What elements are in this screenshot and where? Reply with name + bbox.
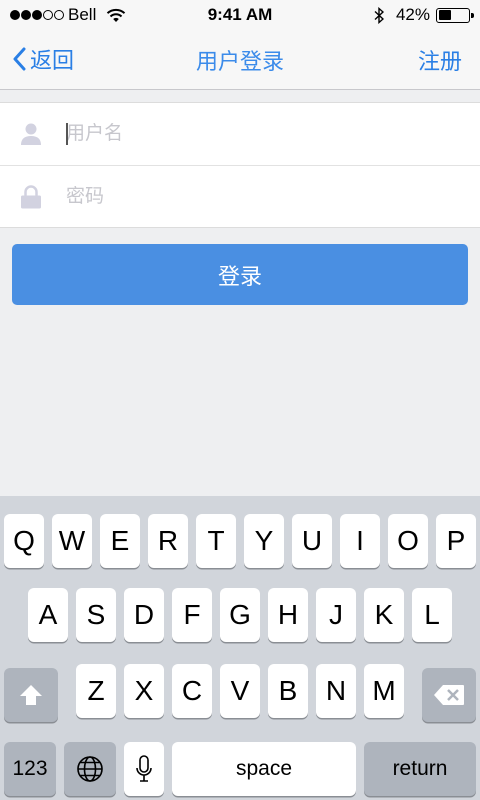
dictation-key[interactable] (124, 742, 164, 796)
delete-key[interactable] (422, 668, 476, 722)
key-h[interactable]: H (268, 588, 308, 642)
key-b[interactable]: B (268, 664, 308, 718)
user-icon (20, 121, 42, 147)
key-s[interactable]: S (76, 588, 116, 642)
key-u[interactable]: U (292, 514, 332, 568)
key-m[interactable]: M (364, 664, 404, 718)
navigation-bar: 返回 用户登录 注册 (0, 30, 480, 90)
login-form (0, 102, 480, 228)
key-o[interactable]: O (388, 514, 428, 568)
globe-icon (77, 756, 103, 782)
microphone-icon (136, 755, 152, 782)
username-input[interactable] (66, 123, 426, 145)
space-key[interactable]: space (172, 742, 356, 796)
key-i[interactable]: I (340, 514, 380, 568)
keyboard: 123 space return QWERTYUIOP ASDFGHJKL ZXCV… (0, 496, 480, 800)
shift-key[interactable] (4, 668, 58, 722)
key-t[interactable]: T (196, 514, 236, 568)
backspace-icon (434, 685, 464, 705)
key-g[interactable]: G (220, 588, 260, 642)
key-c[interactable]: C (172, 664, 212, 718)
password-input[interactable] (66, 185, 426, 208)
key-j[interactable]: J (316, 588, 356, 642)
lock-icon (20, 184, 42, 210)
password-row (0, 165, 480, 227)
key-n[interactable]: N (316, 664, 356, 718)
key-d[interactable]: D (124, 588, 164, 642)
register-button[interactable]: 注册 (418, 44, 462, 76)
key-q[interactable]: Q (4, 514, 44, 568)
key-x[interactable]: X (124, 664, 164, 718)
key-k[interactable]: K (364, 588, 404, 642)
key-y[interactable]: Y (244, 514, 284, 568)
battery-percent: 42% (395, 5, 430, 24)
globe-key[interactable] (64, 742, 116, 796)
bluetooth-icon (374, 6, 384, 24)
key-r[interactable]: R (148, 514, 188, 568)
status-bar: Bell 9:41 AM 42% (0, 0, 480, 30)
key-a[interactable]: A (28, 588, 68, 642)
key-p[interactable]: P (436, 514, 476, 568)
key-w[interactable]: W (52, 514, 92, 568)
key-z[interactable]: Z (76, 664, 116, 718)
numbers-key[interactable]: 123 (4, 742, 56, 796)
shift-arrow-icon (20, 685, 42, 705)
return-key[interactable]: return (364, 742, 476, 796)
key-f[interactable]: F (172, 588, 212, 642)
battery-icon (436, 7, 474, 23)
page-title: 用户登录 (195, 49, 284, 74)
login-button[interactable]: 登录 (12, 244, 468, 305)
key-v[interactable]: V (220, 664, 260, 718)
text-cursor (66, 123, 68, 145)
key-l[interactable]: L (412, 588, 452, 642)
username-row (0, 103, 480, 165)
key-e[interactable]: E (100, 514, 140, 568)
